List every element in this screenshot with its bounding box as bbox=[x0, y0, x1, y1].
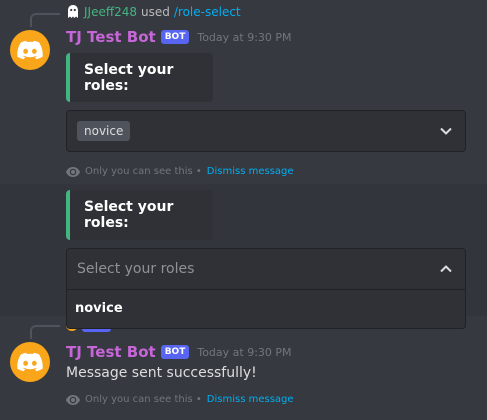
discord-logo-icon bbox=[17, 352, 43, 372]
role-select-menu-open[interactable]: Select your roles bbox=[66, 248, 466, 290]
reply-username[interactable]: JJeeff248 bbox=[84, 5, 137, 19]
message2-embed: Select your roles: bbox=[66, 190, 213, 240]
select-placeholder: Select your roles bbox=[77, 261, 195, 277]
dismiss-message-link[interactable]: Dismiss message bbox=[207, 166, 294, 177]
message3-content: Message sent successfully! bbox=[66, 365, 257, 381]
dismiss-message-link-2[interactable]: Dismiss message bbox=[207, 394, 294, 405]
bot-avatar-2[interactable] bbox=[10, 342, 50, 382]
message3-author[interactable]: TJ Test Bot bbox=[66, 343, 156, 361]
reply-avatar-icon bbox=[66, 5, 80, 19]
role-select-menu[interactable]: novice bbox=[66, 110, 466, 152]
reply-spine-2 bbox=[30, 325, 60, 339]
discord-logo-icon bbox=[17, 40, 43, 60]
bot-avatar[interactable] bbox=[10, 30, 50, 70]
bot-tag: BOT bbox=[160, 30, 190, 44]
reply-command[interactable]: /role-select bbox=[174, 5, 241, 19]
message3-timestamp: Today at 9:30 PM bbox=[197, 345, 292, 359]
select-option-novice[interactable]: novice bbox=[67, 290, 465, 327]
message1-embed-title: Select your roles: bbox=[84, 61, 174, 94]
message3-header: TJ Test Bot BOT Today at 9:30 PM bbox=[66, 343, 292, 361]
chevron-up-icon bbox=[440, 265, 452, 273]
message1-author[interactable]: TJ Test Bot bbox=[66, 28, 156, 46]
eye-icon bbox=[66, 394, 80, 405]
message2-embed-title: Select your roles: bbox=[84, 199, 174, 231]
selected-role-chip: novice bbox=[77, 121, 131, 141]
bot-tag-3: BOT bbox=[160, 345, 190, 359]
select-dropdown-list: novice bbox=[66, 290, 466, 329]
message1-header: TJ Test Bot BOT Today at 9:30 PM bbox=[66, 28, 292, 46]
reply-verb: used bbox=[141, 5, 170, 19]
message1-ephemeral-note: Only you can see this • Dismiss message bbox=[66, 166, 294, 177]
reply-spine bbox=[30, 13, 60, 27]
message1-embed: Select your roles: bbox=[66, 53, 213, 102]
message3-ephemeral-text: Only you can see this • bbox=[85, 394, 202, 405]
message3-ephemeral-note: Only you can see this • Dismiss message bbox=[66, 394, 294, 405]
eye-icon bbox=[66, 166, 80, 177]
message1-ephemeral-text: Only you can see this • bbox=[85, 166, 202, 177]
message1-timestamp: Today at 9:30 PM bbox=[197, 30, 292, 44]
reply-header: JJeeff248 used /role-select bbox=[66, 5, 241, 19]
chevron-down-icon bbox=[440, 127, 452, 135]
